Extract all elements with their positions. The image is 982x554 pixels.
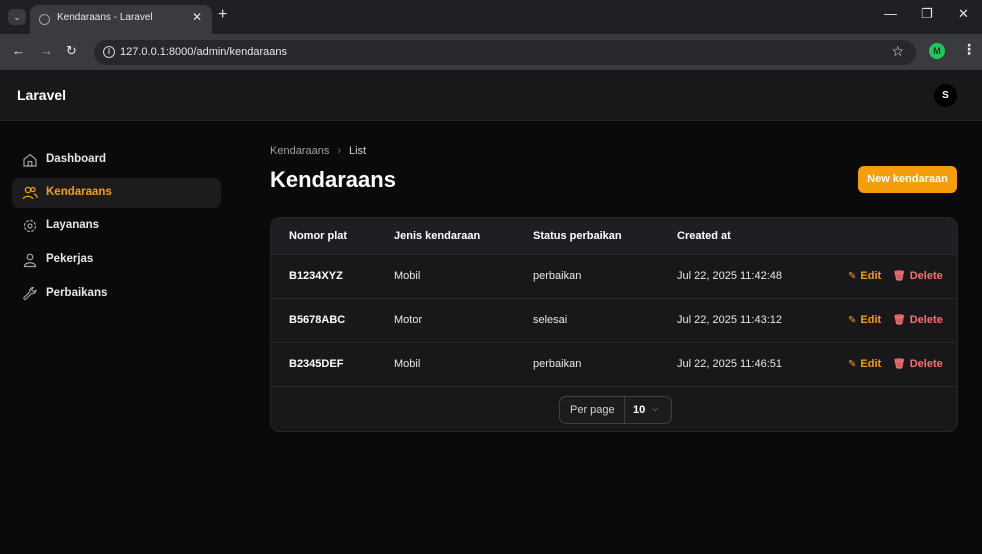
cell-nomor-plat: B2345DEF bbox=[289, 358, 344, 370]
page-title: Kendaraans bbox=[270, 167, 396, 192]
window-close-icon[interactable]: ✕ bbox=[958, 6, 969, 22]
cell-created-at: Jul 22, 2025 11:43:12 bbox=[677, 314, 782, 326]
browser-tab[interactable]: Kendaraans - Laravel ✕ bbox=[30, 5, 212, 34]
column-header-status-perbaikan[interactable]: Status perbaikan bbox=[533, 230, 622, 242]
brand-logo[interactable]: Laravel bbox=[17, 87, 66, 103]
cell-created-at: Jul 22, 2025 11:46:51 bbox=[677, 358, 782, 370]
column-header-jenis-kendaraan[interactable]: Jenis kendaraan bbox=[394, 230, 480, 242]
tab-search-icon[interactable]: ⌄ bbox=[8, 9, 26, 25]
per-page-value: 10 bbox=[633, 404, 646, 416]
delete-label: Delete bbox=[909, 270, 943, 282]
trash-icon: 🗑 bbox=[893, 271, 906, 282]
breadcrumb-current: List bbox=[349, 145, 367, 157]
edit-button[interactable]: ✎ Edit bbox=[848, 358, 881, 370]
cell-jenis-kendaraan: Mobil bbox=[394, 358, 421, 370]
edit-icon: ✎ bbox=[848, 315, 857, 326]
delete-button[interactable]: 🗑 Delete bbox=[893, 358, 943, 370]
site-info-icon[interactable]: i bbox=[103, 46, 115, 58]
cell-status-perbaikan: selesai bbox=[533, 314, 568, 326]
cell-jenis-kendaraan: Mobil bbox=[394, 270, 421, 282]
delete-button[interactable]: 🗑 Delete bbox=[893, 270, 943, 282]
per-page-select[interactable]: Per page 10 ⌵ bbox=[559, 396, 672, 424]
forward-icon[interactable]: → bbox=[40, 43, 53, 58]
sidebar-item-label: Layanans bbox=[46, 219, 100, 231]
trash-icon: 🗑 bbox=[893, 359, 906, 370]
edit-label: Edit bbox=[860, 270, 882, 282]
sidebar-item-label: Perbaikans bbox=[46, 287, 108, 299]
delete-label: Delete bbox=[909, 314, 943, 326]
sidebar-item-pekerjas[interactable]: Pekerjas bbox=[12, 245, 221, 275]
breadcrumb: Kendaraans › List bbox=[270, 145, 366, 157]
per-page-divider bbox=[624, 397, 625, 423]
browser-tab-bar: ⌄ Kendaraans - Laravel ✕ + — ❐ ✕ bbox=[0, 0, 982, 34]
edit-icon: ✎ bbox=[848, 359, 857, 370]
minimize-icon[interactable]: — bbox=[884, 6, 897, 21]
edit-button[interactable]: ✎ Edit bbox=[848, 314, 881, 326]
user-avatar[interactable]: S bbox=[934, 84, 957, 107]
users-icon bbox=[22, 186, 38, 200]
delete-label: Delete bbox=[909, 358, 943, 370]
reload-icon[interactable]: ↻ bbox=[66, 43, 77, 59]
breadcrumb-link-kendaraans[interactable]: Kendaraans bbox=[270, 145, 329, 157]
sidebar-item-kendaraans[interactable]: Kendaraans bbox=[12, 178, 221, 208]
sidebar-item-label: Dashboard bbox=[46, 153, 107, 165]
edit-label: Edit bbox=[860, 314, 882, 326]
new-tab-icon[interactable]: + bbox=[218, 6, 227, 24]
edit-button[interactable]: ✎ Edit bbox=[848, 270, 881, 282]
wrench-icon bbox=[23, 286, 37, 301]
user-icon bbox=[23, 253, 37, 268]
url-text: 127.0.0.1:8000/admin/kendaraans bbox=[120, 46, 287, 58]
address-bar: ← → ↻ i 127.0.0.1:8000/admin/kendaraans … bbox=[0, 34, 982, 70]
table-header: Nomor plat Jenis kendaraan Status perbai… bbox=[271, 218, 957, 255]
close-icon[interactable]: ✕ bbox=[192, 10, 202, 24]
cog-icon bbox=[23, 219, 37, 233]
per-page-label: Per page bbox=[570, 404, 615, 416]
sidebar-item-layanans[interactable]: Layanans bbox=[12, 211, 221, 241]
chevron-down-icon: ⌵ bbox=[652, 404, 659, 413]
chevron-right-icon: › bbox=[337, 145, 341, 157]
edit-icon: ✎ bbox=[848, 271, 857, 282]
bookmark-star-icon[interactable]: ☆ bbox=[891, 43, 904, 60]
profile-avatar[interactable]: M bbox=[929, 43, 945, 59]
restore-icon[interactable]: ❐ bbox=[921, 6, 933, 22]
trash-icon: 🗑 bbox=[893, 315, 906, 326]
cell-status-perbaikan: perbaikan bbox=[533, 358, 582, 370]
edit-label: Edit bbox=[860, 358, 882, 370]
delete-button[interactable]: 🗑 Delete bbox=[893, 314, 943, 326]
back-icon[interactable]: ← bbox=[12, 43, 25, 58]
tab-title: Kendaraans - Laravel bbox=[57, 12, 153, 23]
sidebar-item-label: Kendaraans bbox=[46, 186, 112, 198]
sidebar-item-perbaikans[interactable]: Perbaikans bbox=[12, 279, 221, 309]
home-icon bbox=[23, 153, 37, 167]
sidebar-item-label: Pekerjas bbox=[46, 253, 94, 265]
url-input[interactable]: i 127.0.0.1:8000/admin/kendaraans ☆ bbox=[94, 40, 916, 65]
table-row[interactable]: B5678ABC Motor selesai Jul 22, 2025 11:4… bbox=[271, 299, 957, 343]
table-row[interactable]: B2345DEF Mobil perbaikan Jul 22, 2025 11… bbox=[271, 343, 957, 387]
table-row[interactable]: B1234XYZ Mobil perbaikan Jul 22, 2025 11… bbox=[271, 255, 957, 299]
browser-menu-icon[interactable]: ⋮ bbox=[962, 41, 976, 58]
cell-created-at: Jul 22, 2025 11:42:48 bbox=[677, 270, 782, 282]
cell-nomor-plat: B1234XYZ bbox=[289, 270, 343, 282]
kendaraans-table: Nomor plat Jenis kendaraan Status perbai… bbox=[270, 217, 958, 432]
sidebar-item-dashboard[interactable]: Dashboard bbox=[12, 145, 221, 175]
new-kendaraan-button[interactable]: New kendaraan bbox=[858, 166, 957, 193]
column-header-created-at[interactable]: Created at bbox=[677, 230, 731, 242]
app-header: Laravel S bbox=[0, 70, 982, 121]
cell-jenis-kendaraan: Motor bbox=[394, 314, 423, 326]
column-header-nomor-plat[interactable]: Nomor plat bbox=[289, 230, 347, 242]
cell-status-perbaikan: perbaikan bbox=[533, 270, 582, 282]
cell-nomor-plat: B5678ABC bbox=[289, 314, 346, 326]
globe-icon bbox=[39, 14, 50, 25]
